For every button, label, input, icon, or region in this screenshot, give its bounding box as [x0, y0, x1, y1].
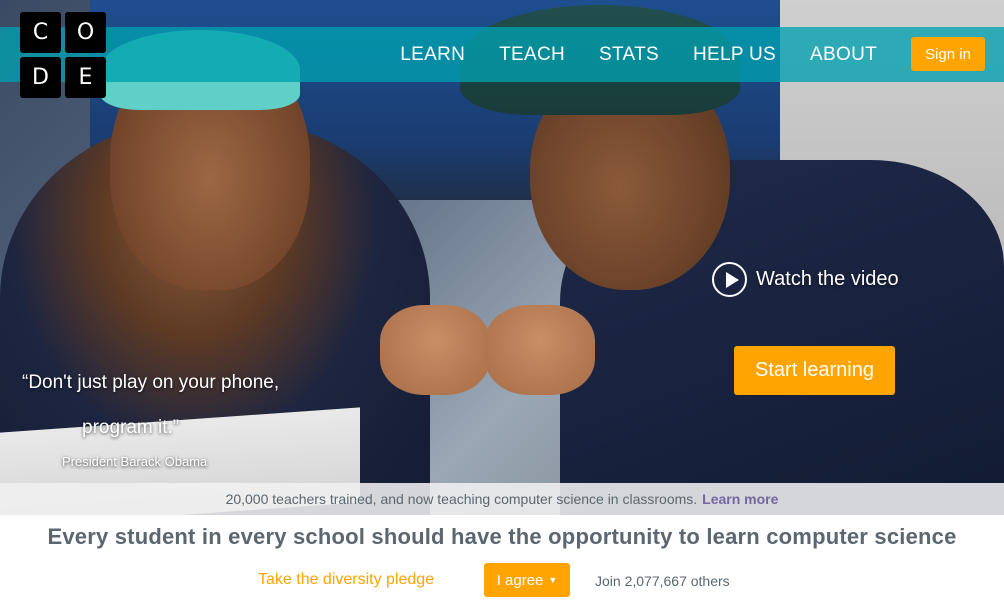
hero-photo-fist-right — [485, 305, 595, 395]
logo-letter-c: C — [20, 12, 61, 53]
caret-down-icon: ▼ — [548, 575, 558, 585]
watch-video-link[interactable]: Watch the video — [712, 262, 899, 297]
nav-learn[interactable]: LEARN — [383, 44, 482, 66]
stat-strip: 20,000 teachers trained, and now teachin… — [0, 483, 1004, 515]
watch-video-label: Watch the video — [756, 268, 899, 290]
i-agree-button[interactable]: I agree ▼ — [484, 563, 570, 597]
quote-line-2: program it.” — [82, 417, 180, 438]
nav-links: LEARN TEACH STATS HELP US ABOUT — [383, 27, 894, 82]
logo-letter-o: O — [65, 12, 106, 53]
pledge-row: Take the diversity pledge I agree ▼ Join… — [0, 563, 1004, 597]
learn-more-link[interactable]: Learn more — [702, 491, 778, 507]
diversity-pledge-link[interactable]: Take the diversity pledge — [258, 571, 434, 589]
i-agree-label: I agree — [496, 571, 544, 589]
tagline: Every student in every school should hav… — [47, 524, 957, 549]
play-icon — [712, 262, 747, 297]
code-logo[interactable]: C O D E — [20, 12, 108, 100]
stat-text: 20,000 teachers trained, and now teachin… — [225, 491, 698, 507]
hero-banner: LEARN TEACH STATS HELP US ABOUT Sign in … — [0, 0, 1004, 515]
quote-attribution: President Barack Obama — [62, 454, 208, 469]
sign-in-button[interactable]: Sign in — [911, 37, 985, 71]
top-navbar: LEARN TEACH STATS HELP US ABOUT Sign in — [0, 27, 1004, 82]
nav-about[interactable]: ABOUT — [793, 44, 894, 66]
hero-quote: “Don't just play on your phone, program … — [22, 360, 352, 450]
nav-help-us[interactable]: HELP US — [676, 44, 793, 66]
nav-stats[interactable]: STATS — [582, 44, 676, 66]
join-count: Join 2,077,667 others — [595, 573, 730, 589]
hero-photo-fist-left — [380, 305, 490, 395]
logo-letter-d: D — [20, 57, 61, 98]
nav-teach[interactable]: TEACH — [482, 44, 582, 66]
quote-line-1: “Don't just play on your phone, — [22, 372, 280, 393]
start-learning-button[interactable]: Start learning — [734, 346, 895, 395]
logo-letter-e: E — [65, 57, 106, 98]
